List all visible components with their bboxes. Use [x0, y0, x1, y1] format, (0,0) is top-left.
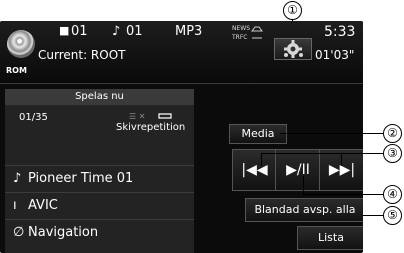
play-pause-icon: ▶/II	[286, 162, 310, 178]
album-icon: ∅	[13, 225, 25, 240]
callout-5-line	[363, 215, 383, 216]
folder-number: 01	[71, 24, 88, 39]
music-note-icon: ♪	[112, 24, 121, 39]
callout-5: ⑤	[383, 206, 402, 225]
album-row: ∅ Navigation	[5, 219, 194, 246]
status-bar: ROM ■ 01 ♪ 01 MP3 NEWS TRFC 5:33 Current…	[0, 21, 363, 83]
current-folder: Current: ROOT	[38, 48, 126, 62]
callout-2: ②	[383, 124, 402, 143]
format-label: MP3	[175, 24, 203, 39]
news-trfc-indicator: NEWS TRFC	[232, 24, 266, 50]
news-label: NEWS	[232, 25, 251, 32]
callout-3-line-a	[261, 153, 262, 166]
disc-icon	[7, 30, 35, 58]
callout-4: ④	[383, 185, 402, 204]
skip-forward-icon: ▶▶|	[328, 162, 356, 178]
callout-4-line	[303, 194, 383, 195]
car-icon	[251, 26, 263, 39]
settings-button[interactable]	[274, 38, 312, 60]
trfc-label: TRFC	[232, 34, 248, 41]
callout-1: ①	[283, 1, 302, 20]
media-button[interactable]: Media	[229, 124, 287, 144]
artist-name: AVIC	[28, 198, 58, 213]
svg-text:☰ ✕: ☰ ✕	[129, 112, 145, 121]
callout-3-line-c	[261, 153, 383, 154]
clock: 5:33	[324, 24, 356, 40]
callout-3-line-b	[341, 153, 342, 166]
track-position: 01/35	[19, 112, 48, 123]
previous-button[interactable]: |◀◀	[232, 149, 277, 191]
source-label: ROM	[6, 66, 27, 75]
music-note-icon: ♪	[13, 171, 22, 186]
person-icon: ı	[13, 198, 17, 213]
now-playing-title: Spelas nu	[5, 89, 194, 105]
folder-icon: ■	[59, 24, 70, 37]
callout-3: ③	[383, 144, 402, 163]
callout-4-line-v	[303, 176, 304, 194]
shuffle-button[interactable]: Blandad avsp. alla	[245, 198, 363, 222]
song-title: Pioneer Time 01	[28, 171, 134, 186]
skip-back-icon: |◀◀	[241, 162, 268, 178]
repeat-mode-label: Skivrepetition	[116, 122, 186, 133]
artist-row: ı AVIC	[5, 192, 194, 219]
gear-icon	[284, 40, 303, 58]
callout-2-line	[280, 133, 383, 134]
repeat-icon[interactable]: ☰ ✕	[129, 111, 175, 121]
list-button[interactable]: Lista	[297, 226, 363, 250]
song-row: ♪ Pioneer Time 01	[5, 165, 194, 192]
now-playing-panel: Spelas nu 01/35 ☰ ✕ Skivrepetition ♪ Pio…	[5, 89, 194, 253]
screen: ROM ■ 01 ♪ 01 MP3 NEWS TRFC 5:33 Current…	[0, 21, 363, 253]
play-pause-button[interactable]: ▶/II	[275, 149, 321, 191]
track-number: 01	[126, 24, 143, 39]
header-divider	[0, 83, 363, 84]
album-name: Navigation	[28, 225, 99, 240]
elapsed-time: 01'03"	[315, 48, 355, 62]
